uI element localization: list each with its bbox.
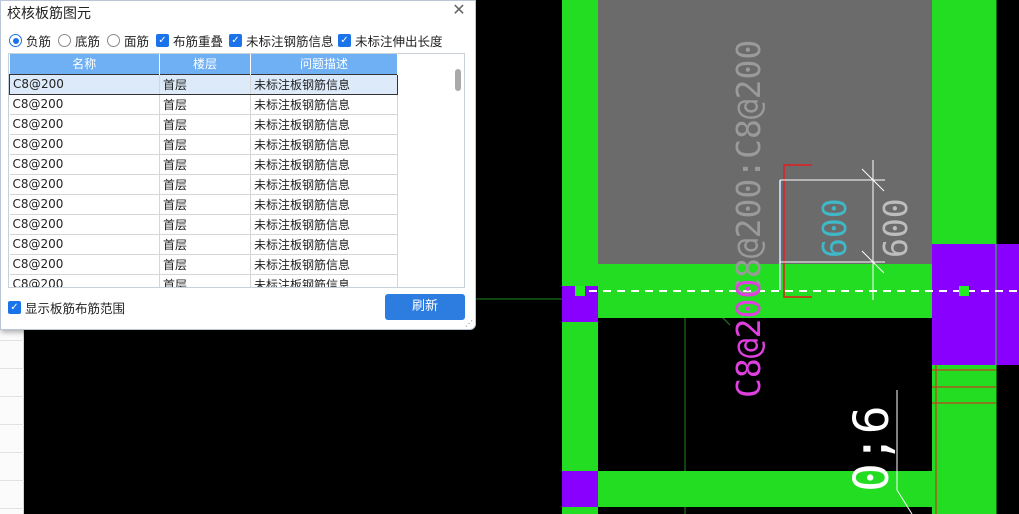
- table-header-row: 名称 楼层 问题描述: [9, 54, 398, 74]
- name-cell[interactable]: C8@200: [9, 94, 160, 115]
- checkbox-label: 未标注钢筋信息: [246, 34, 334, 49]
- floor-cell[interactable]: 首层: [159, 154, 251, 175]
- resize-grip-icon[interactable]: ⋰: [465, 319, 473, 328]
- checkbox-show-rebar-range[interactable]: ✓ 显示板筋布筋范围: [8, 298, 125, 317]
- table-row[interactable]: C8@200 首层 未标注板钢筋信息: [9, 194, 398, 215]
- checkbox-rebar-overlap[interactable]: ✓ 布筋重叠: [156, 31, 223, 50]
- radio-label: 面筋: [124, 34, 150, 49]
- table-scrollbar[interactable]: [455, 69, 461, 91]
- floor-cell[interactable]: 首层: [159, 254, 251, 275]
- description-cell[interactable]: 未标注板钢筋信息: [250, 94, 398, 115]
- table-row[interactable]: C8@200 首层 未标注板钢筋信息: [9, 134, 398, 155]
- floor-cell[interactable]: 首层: [159, 234, 251, 255]
- table-row[interactable]: C8@200 首层 未标注板钢筋信息: [9, 114, 398, 135]
- name-cell[interactable]: C8@200: [9, 174, 160, 195]
- table-row[interactable]: C8@200 首层 未标注板钢筋信息: [9, 154, 398, 175]
- beam-right-top[interactable]: [932, 0, 996, 244]
- name-cell[interactable]: C8@200: [9, 274, 160, 287]
- divider-line: [0, 368, 24, 369]
- floor-cell[interactable]: 首层: [159, 214, 251, 235]
- description-cell[interactable]: 未标注板钢筋信息: [250, 174, 398, 195]
- divider-line: [0, 452, 24, 453]
- column-left-bottom[interactable]: [562, 471, 598, 507]
- close-icon[interactable]: ✕: [449, 1, 469, 19]
- floor-cell[interactable]: 首层: [159, 73, 251, 95]
- check-slab-rebar-dialog[interactable]: 校核板筋图元 ✕ 负筋 底筋 面筋 ✓ 布筋重叠 ✓ 未标注钢筋信息 ✓ 未标注…: [0, 0, 476, 330]
- checkmark-icon[interactable]: ✓: [156, 34, 169, 47]
- divider-line: [0, 424, 24, 425]
- radio-indicator[interactable]: [58, 34, 71, 47]
- radio-indicator[interactable]: [107, 34, 120, 47]
- table-row[interactable]: C8@200 首层 未标注板钢筋信息: [9, 174, 398, 195]
- checkbox-label: 显示板筋布筋范围: [25, 301, 126, 316]
- table-row[interactable]: C8@200 首层 未标注板钢筋信息: [9, 214, 398, 235]
- checkbox-unlabeled-rebar-info[interactable]: ✓ 未标注钢筋信息: [229, 31, 334, 50]
- dimension-label-cyan[interactable]: 600: [815, 198, 854, 258]
- table-row[interactable]: C8@200 首层 未标注板钢筋信息: [9, 73, 398, 95]
- table-row[interactable]: C8@200 首层 未标注板钢筋信息: [9, 254, 398, 275]
- radio-indicator[interactable]: [9, 34, 22, 47]
- checkmark-icon[interactable]: ✓: [8, 301, 21, 314]
- refresh-button[interactable]: 刷新: [385, 294, 465, 320]
- divider-line: [0, 480, 24, 481]
- radio-top-rebar[interactable]: 面筋: [107, 31, 149, 50]
- name-cell[interactable]: C8@200: [9, 73, 160, 95]
- column-header-description[interactable]: 问题描述: [250, 54, 398, 74]
- description-cell[interactable]: 未标注板钢筋信息: [250, 214, 398, 235]
- table-row[interactable]: C8@200 首层 未标注板钢筋信息: [9, 274, 398, 287]
- rebar-endpoint[interactable]: [959, 286, 969, 296]
- description-cell[interactable]: 未标注板钢筋信息: [250, 234, 398, 255]
- name-cell[interactable]: C8@200: [9, 114, 160, 135]
- table-row[interactable]: C8@200 首层 未标注板钢筋信息: [9, 234, 398, 255]
- name-cell[interactable]: C8@200: [9, 194, 160, 215]
- floor-cell[interactable]: 首层: [159, 274, 251, 287]
- rebar-label-bottom[interactable]: C8@200: [729, 279, 768, 398]
- description-cell[interactable]: 未标注板钢筋信息: [250, 154, 398, 175]
- floor-cell[interactable]: 首层: [159, 114, 251, 135]
- beam-left[interactable]: [562, 0, 598, 514]
- rebar-label-top[interactable]: C8@200:C8@200: [729, 40, 768, 298]
- description-cell[interactable]: 未标注板钢筋信息: [250, 73, 398, 95]
- radio-negative-rebar[interactable]: 负筋: [9, 31, 51, 50]
- name-cell[interactable]: C8@200: [9, 154, 160, 175]
- description-cell[interactable]: 未标注板钢筋信息: [250, 254, 398, 275]
- name-cell[interactable]: C8@200: [9, 214, 160, 235]
- dimension-label-white[interactable]: 600: [876, 198, 915, 258]
- checkbox-unlabeled-extension[interactable]: ✓ 未标注伸出长度: [338, 31, 443, 50]
- checkbox-label: 布筋重叠: [173, 34, 224, 49]
- divider-line: [0, 396, 24, 397]
- checkmark-icon[interactable]: ✓: [229, 34, 242, 47]
- name-cell[interactable]: C8@200: [9, 234, 160, 255]
- name-cell[interactable]: C8@200: [9, 134, 160, 155]
- divider-line: [0, 340, 24, 341]
- dialog-title: 校核板筋图元: [7, 6, 91, 22]
- divider-line: [0, 508, 24, 509]
- table-row[interactable]: C8@200 首层 未标注板钢筋信息: [9, 94, 398, 115]
- rebar-endpoint[interactable]: [575, 286, 585, 296]
- floor-cell[interactable]: 首层: [159, 174, 251, 195]
- radio-label: 底筋: [75, 34, 101, 49]
- column-right[interactable]: [932, 244, 1019, 365]
- checkmark-icon[interactable]: ✓: [338, 34, 351, 47]
- description-cell[interactable]: 未标注板钢筋信息: [250, 274, 398, 287]
- column-header-floor[interactable]: 楼层: [159, 54, 251, 74]
- checkbox-label: 未标注伸出长度: [355, 34, 443, 49]
- column-header-name[interactable]: 名称: [9, 54, 160, 74]
- slab-thickness-label[interactable]: 0;6: [844, 405, 900, 492]
- description-cell[interactable]: 未标注板钢筋信息: [250, 134, 398, 155]
- floor-cell[interactable]: 首层: [159, 94, 251, 115]
- floor-cell[interactable]: 首层: [159, 194, 251, 215]
- description-cell[interactable]: 未标注板钢筋信息: [250, 194, 398, 215]
- name-cell[interactable]: C8@200: [9, 254, 160, 275]
- issue-table[interactable]: 名称 楼层 问题描述 C8@200 首层 未标注板钢筋信息 C8@200 首层 未标注板钢…: [8, 53, 465, 288]
- description-cell[interactable]: 未标注板钢筋信息: [250, 114, 398, 135]
- radio-label: 负筋: [26, 34, 52, 49]
- floor-cell[interactable]: 首层: [159, 134, 251, 155]
- radio-bottom-rebar[interactable]: 底筋: [58, 31, 100, 50]
